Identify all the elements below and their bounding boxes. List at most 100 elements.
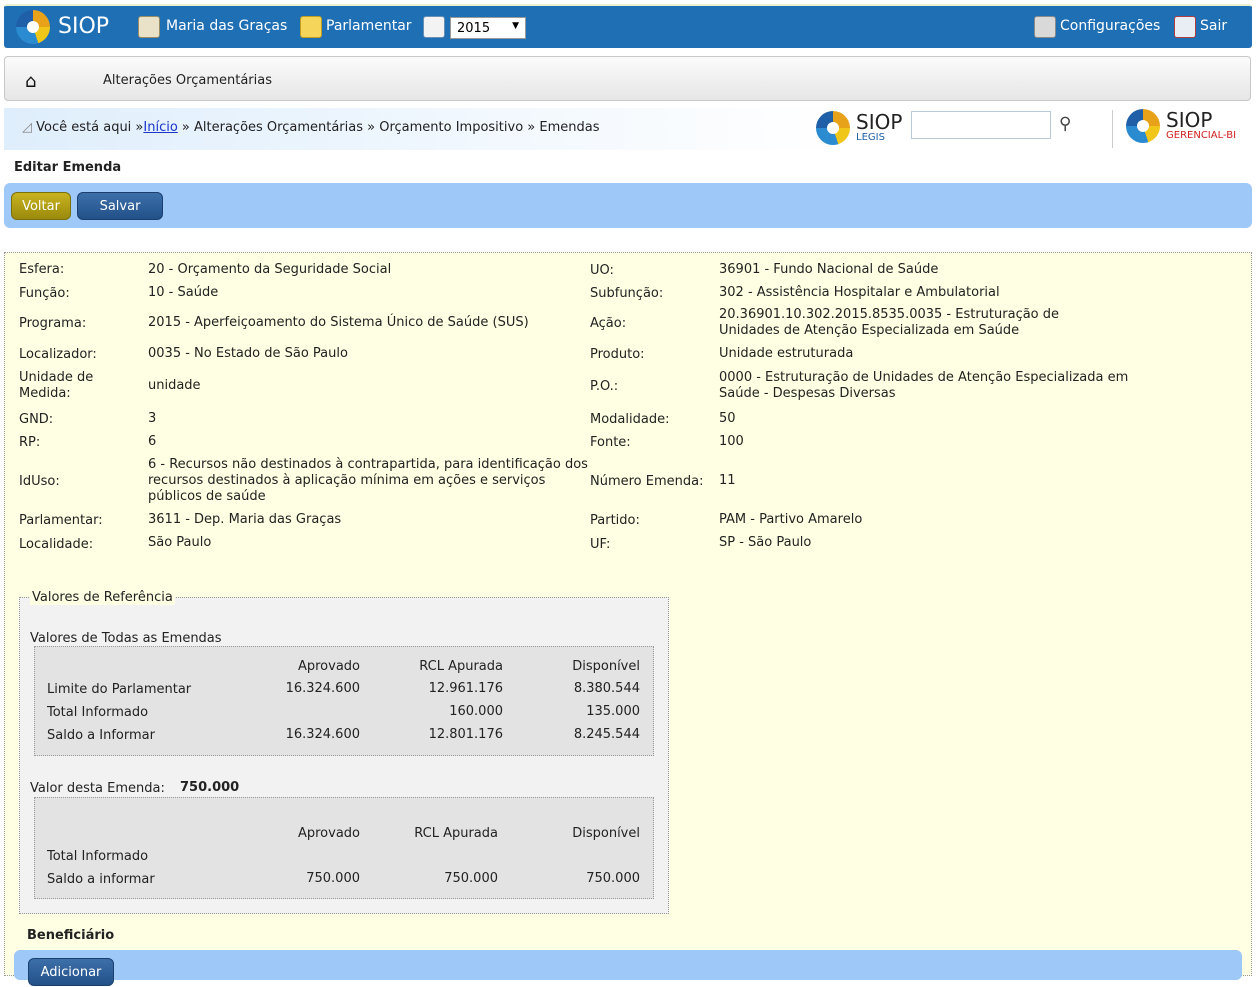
row-label: Limite do Parlamentar	[47, 682, 192, 697]
action-bar	[4, 183, 1252, 228]
field-value: 302 - Assistência Hospitalar e Ambulator…	[719, 285, 1000, 300]
legis-search-input[interactable]	[911, 111, 1051, 139]
field-label: Partido:	[590, 513, 640, 528]
field-value: 0035 - No Estado de São Paulo	[148, 346, 348, 361]
breadcrumb-path: » Alterações Orçamentárias » Orçamento I…	[177, 120, 600, 135]
field-label: Programa:	[19, 316, 87, 331]
field-value: 0000 - Estruturação de Unidades de Atenç…	[719, 370, 1129, 401]
field-label: Localizador:	[19, 347, 97, 362]
voltar-button[interactable]: Voltar	[11, 192, 71, 220]
legis-subtitle: LEGIS	[856, 132, 885, 143]
field-label: Produto:	[590, 347, 645, 362]
field-value: 50	[719, 411, 736, 426]
valores-referencia-legend: Valores de Referência	[30, 590, 175, 605]
field-value: 6 - Recursos não destinados à contrapart…	[148, 457, 588, 504]
valor-emenda-value: 750.000	[180, 780, 240, 795]
field-label: Esfera:	[19, 262, 65, 277]
field-label: Modalidade:	[590, 412, 670, 427]
cell-disponivel: 8.380.544	[573, 681, 640, 696]
field-value: 11	[719, 473, 736, 488]
siop-gerencial-logo[interactable]: SIOP GERENCIAL-BI	[1126, 108, 1252, 144]
menu-bar: ⌂ Alterações Orçamentárias	[4, 56, 1251, 101]
breadcrumb-prefix: Você está aqui »	[36, 120, 144, 135]
role-link[interactable]: Parlamentar	[326, 18, 412, 34]
user-name-link[interactable]: Maria das Graças	[166, 18, 287, 34]
gear-icon[interactable]	[1034, 16, 1056, 38]
cell-disponivel: 8.245.544	[573, 727, 640, 742]
siop-legis-logo[interactable]: SIOP LEGIS	[816, 110, 908, 146]
cell-aprovado: 16.324.600	[285, 681, 360, 696]
field-label: Parlamentar:	[19, 513, 103, 528]
exit-link[interactable]: Sair	[1200, 18, 1227, 34]
siop-legis-swirl-icon	[816, 111, 850, 145]
breadcrumb: ◿ Você está aqui »Início » Alterações Or…	[22, 120, 599, 135]
field-label: Fonte:	[590, 435, 631, 450]
config-link[interactable]: Configurações	[1060, 18, 1160, 34]
field-value: PAM - Partivo Amarelo	[719, 512, 863, 527]
siop-gerencial-swirl-icon	[1126, 109, 1160, 143]
column-header: Disponível	[572, 659, 640, 674]
field-value: 36901 - Fundo Nacional de Saúde	[719, 262, 939, 277]
exit-icon[interactable]	[1174, 16, 1196, 38]
breadcrumb-triangle-icon: ◿	[22, 120, 32, 135]
cell-rcl: 750.000	[444, 871, 498, 886]
top-bar: SIOP Maria das Graças Parlamentar 2015 ▼…	[4, 4, 1252, 48]
field-value: São Paulo	[148, 535, 212, 550]
field-value: 6	[148, 434, 157, 449]
field-label: Subfunção:	[590, 286, 664, 301]
field-label: Ação:	[590, 316, 627, 331]
field-value: 100	[719, 434, 744, 449]
key-icon	[300, 16, 322, 38]
column-header: Aprovado	[297, 826, 360, 841]
home-icon[interactable]: ⌂	[25, 71, 36, 92]
adicionar-button[interactable]: Adicionar	[28, 958, 114, 986]
breadcrumb-home-link[interactable]: Início	[143, 120, 177, 135]
chevron-down-icon: ▼	[512, 21, 519, 31]
year-select[interactable]: 2015 ▼	[450, 17, 526, 39]
row-label: Saldo a Informar	[47, 728, 155, 743]
search-icon[interactable]: ⚲	[1059, 114, 1071, 134]
field-value: 3	[148, 411, 157, 426]
cell-rcl: 12.801.176	[428, 727, 503, 742]
beneficiario-label: Beneficiário	[27, 928, 115, 943]
field-label: P.O.:	[590, 379, 619, 394]
field-value: 20.36901.10.302.2015.8535.0035 - Estrutu…	[719, 307, 1060, 338]
field-value: 3611 - Dep. Maria das Graças	[148, 512, 342, 527]
field-label: Número Emenda:	[590, 474, 704, 489]
menu-item-alteracoes[interactable]: Alterações Orçamentárias	[103, 73, 272, 88]
cell-aprovado: 750.000	[306, 871, 360, 886]
field-label: UF:	[590, 537, 611, 552]
field-value: SP - São Paulo	[719, 535, 812, 550]
field-label: IdUso:	[19, 474, 60, 489]
salvar-button[interactable]: Salvar	[77, 192, 163, 220]
valor-emenda-label: Valor desta Emenda:	[30, 781, 165, 796]
cell-disponivel: 135.000	[586, 704, 640, 719]
row-label: Saldo a informar	[47, 872, 155, 887]
gerencial-title: SIOP	[1166, 108, 1213, 132]
legis-title: SIOP	[856, 110, 903, 134]
app-name: SIOP	[58, 14, 110, 39]
calendar-icon	[423, 16, 445, 38]
field-value: 2015 - Aperfeiçoamento do Sistema Único …	[148, 315, 529, 330]
field-label: Localidade:	[19, 537, 94, 552]
divider	[1112, 110, 1113, 148]
cell-rcl: 160.000	[449, 704, 503, 719]
cell-disponivel: 750.000	[586, 871, 640, 886]
field-value: Unidade estruturada	[719, 346, 854, 361]
page-title: Editar Emenda	[14, 160, 122, 175]
user-icon	[138, 16, 160, 38]
column-header: RCL Apurada	[419, 659, 503, 674]
gerencial-subtitle: GERENCIAL-BI	[1166, 130, 1237, 141]
field-label: Função:	[19, 286, 70, 301]
field-label: GND:	[19, 412, 54, 427]
column-header: Disponível	[572, 826, 640, 841]
cell-rcl: 12.961.176	[428, 681, 503, 696]
todas-emendas-title: Valores de Todas as Emendas	[30, 631, 222, 646]
siop-logo-icon	[16, 10, 50, 44]
column-header: Aprovado	[297, 659, 360, 674]
breadcrumb-bar: ◿ Você está aqui »Início » Alterações Or…	[4, 108, 844, 150]
field-value: unidade	[148, 378, 201, 393]
field-value: 10 - Saúde	[148, 285, 219, 300]
field-label: Unidade de Medida:	[19, 370, 94, 401]
cell-aprovado: 16.324.600	[285, 727, 360, 742]
